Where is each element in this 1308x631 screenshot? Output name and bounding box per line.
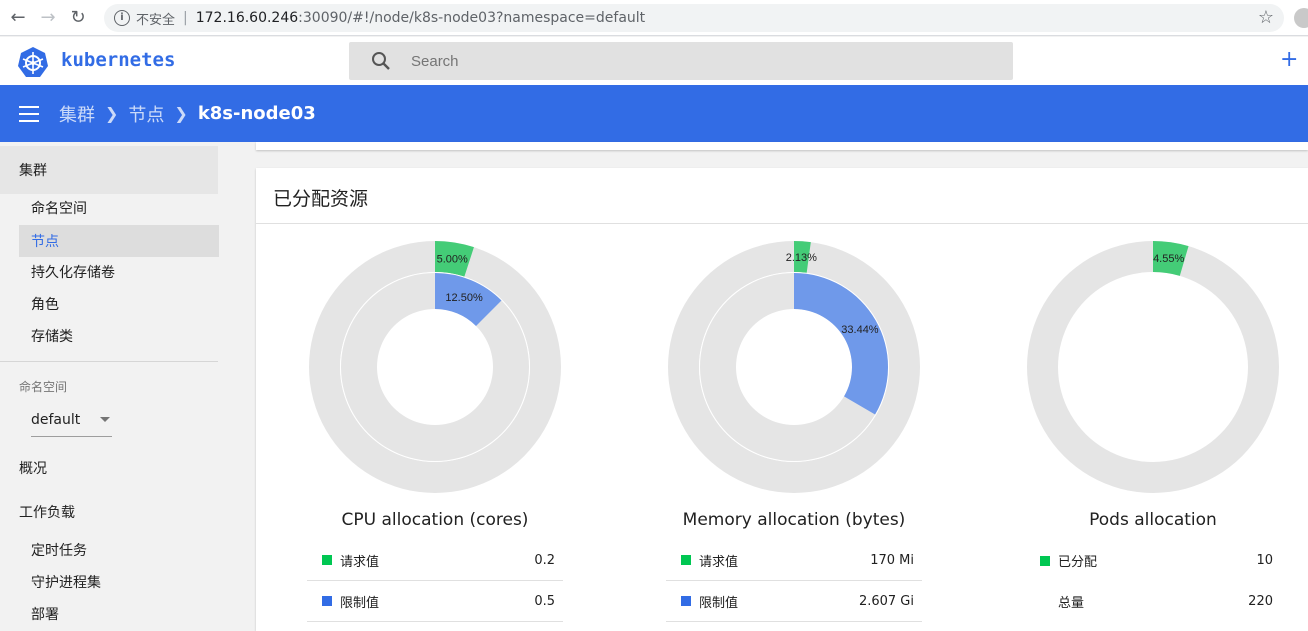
sidebar-item-namespaces[interactable]: 命名空间: [19, 192, 219, 224]
legend-row-total: 总量 220: [1025, 581, 1281, 622]
cpu-chart-title: CPU allocation (cores): [341, 510, 529, 530]
memory-legend: 请求值 170 Mi 限制值 2.607 Gi: [666, 540, 922, 622]
outer-percent-label: 4.55%: [1153, 253, 1184, 265]
legend-row-allocated: 已分配 10: [1025, 540, 1281, 581]
pods-legend: 已分配 10 总量 220: [1025, 540, 1281, 622]
memory-chart-title: Memory allocation (bytes): [682, 510, 906, 530]
pods-allocation-chart: 4.55%: [1027, 241, 1280, 493]
sidebar-section-workloads[interactable]: 工作负载: [0, 488, 218, 536]
info-icon[interactable]: i: [114, 10, 130, 26]
legend-value: 10: [1256, 553, 1273, 568]
search-input[interactable]: [411, 52, 971, 70]
namespace-select-value: default: [31, 412, 81, 428]
legend-value: 0.5: [534, 593, 555, 609]
breadcrumb-toolbar: 集群 ❯ 节点 ❯ k8s-node03: [0, 85, 1308, 142]
app-header: kubernetes +: [0, 37, 1308, 85]
breadcrumb-cluster[interactable]: 集群: [59, 101, 95, 127]
green-swatch-icon: [322, 555, 332, 565]
card-title: 已分配资源: [273, 188, 369, 210]
kubernetes-logo-icon[interactable]: [17, 46, 49, 78]
legend-row-requests: 请求值 170 Mi: [666, 540, 922, 581]
sidebar-item-deployments[interactable]: 部署: [19, 598, 219, 630]
back-arrow-icon[interactable]: ←: [3, 3, 33, 33]
legend-value: 0.2: [534, 552, 555, 568]
sidebar: 集群 命名空间 节点 持久化存储卷 角色 存储类 命名空间 default 概况…: [0, 142, 238, 631]
sidebar-item-daemon-sets[interactable]: 守护进程集: [19, 566, 219, 598]
cpu-legend: 请求值 0.2 限制值 0.5: [307, 540, 563, 622]
legend-row-requests: 请求值 0.2: [307, 540, 563, 581]
chevron-right-icon: ❯: [174, 104, 188, 123]
search-icon: [372, 52, 390, 70]
search-box[interactable]: [349, 42, 1013, 80]
legend-row-limits: 限制值 2.607 Gi: [666, 581, 922, 622]
bookmark-star-icon[interactable]: ☆: [1258, 7, 1274, 28]
legend-name: 已分配: [1058, 555, 1098, 570]
sidebar-item-cron-jobs[interactable]: 定时任务: [19, 534, 219, 566]
blue-swatch-icon: [681, 596, 691, 606]
sidebar-item-nodes[interactable]: 节点: [19, 225, 219, 257]
browser-toolbar: ← → ↻ i 不安全 | 172.16.60.246:30090/#!/nod…: [0, 0, 1308, 36]
sidebar-item-roles[interactable]: 角色: [19, 288, 219, 320]
inner-percent-label: 12.50%: [445, 292, 483, 304]
sidebar-divider: [0, 361, 218, 362]
legend-name: 限制值: [699, 595, 739, 611]
card-divider: [256, 223, 1308, 224]
chevron-right-icon: ❯: [105, 104, 119, 123]
dropdown-arrow-icon: [100, 417, 110, 422]
legend-row-limits: 限制值 0.5: [307, 581, 563, 622]
legend-value: 2.607 Gi: [858, 593, 914, 609]
memory-allocation-chart: 2.13% 33.44%: [668, 241, 921, 493]
inner-percent-label: 33.44%: [841, 324, 879, 336]
legend-name: 总量: [1058, 596, 1085, 611]
outer-ring-background: [1027, 241, 1280, 493]
breadcrumb-nodes[interactable]: 节点: [128, 101, 164, 127]
namespace-label: 命名空间: [19, 380, 68, 394]
outer-percent-label: 2.13%: [786, 252, 817, 264]
green-swatch-icon: [1040, 555, 1050, 566]
cpu-allocation-chart: 5.00% 12.50%: [309, 241, 562, 493]
url-separator: |: [183, 10, 188, 26]
namespace-select[interactable]: default: [31, 404, 112, 437]
blue-swatch-icon: [322, 596, 332, 606]
url-host: 172.16.60.246: [195, 10, 299, 26]
sidebar-item-persistent-volumes[interactable]: 持久化存储卷: [19, 256, 219, 288]
forward-arrow-icon[interactable]: →: [33, 3, 63, 33]
legend-value: 220: [1248, 594, 1273, 609]
outer-percent-label: 5.00%: [437, 253, 468, 265]
hamburger-menu-icon[interactable]: [19, 105, 39, 122]
breadcrumb-current-node: k8s-node03: [197, 103, 316, 124]
brand-name[interactable]: kubernetes: [61, 49, 175, 71]
allocated-resources-card: 已分配资源 5.00% 12.50% CPU allocation (cores)…: [256, 168, 1308, 631]
green-swatch-icon: [681, 555, 691, 565]
profile-avatar[interactable]: [1294, 8, 1308, 28]
legend-value: 170 Mi: [870, 552, 914, 568]
sidebar-item-storage-classes[interactable]: 存储类: [19, 320, 219, 352]
sidebar-section-cluster[interactable]: 集群: [0, 146, 218, 194]
insecure-label: 不安全: [136, 12, 176, 28]
legend-name: 请求值: [699, 554, 739, 570]
legend-name: 请求值: [340, 554, 380, 570]
address-bar[interactable]: i 不安全 | 172.16.60.246:30090/#!/node/k8s-…: [104, 4, 1284, 32]
url-path: :30090/#!/node/k8s-node03?namespace=defa…: [298, 10, 646, 26]
pods-chart-title: Pods allocation: [1089, 510, 1217, 530]
details-card-bottom: [256, 142, 1308, 150]
legend-name: 限制值: [340, 595, 380, 611]
reload-icon[interactable]: ↻: [63, 3, 93, 33]
sidebar-section-overview[interactable]: 概况: [0, 444, 218, 492]
create-plus-icon[interactable]: +: [1280, 47, 1298, 72]
